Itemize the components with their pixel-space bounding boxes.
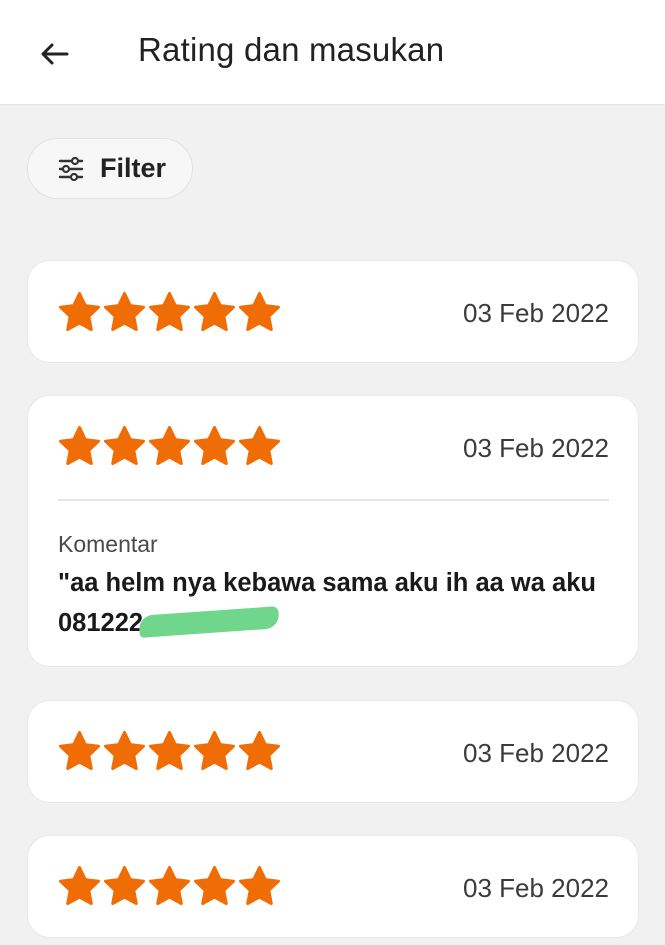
review-card: 03 Feb 2022 [28,836,638,937]
review-date: 03 Feb 2022 [462,873,609,903]
review-date: 03 Feb 2022 [462,738,609,768]
star-icon [239,292,280,331]
sliders-icon [58,156,84,182]
star-icon [149,426,190,465]
star-icon [59,866,100,905]
star-icon [194,426,235,465]
page-title: Rating dan masukan [138,31,445,68]
star-icon [194,866,235,905]
divider [58,499,609,501]
star-icon [239,866,280,905]
star-icon [59,292,100,331]
star-rating [58,425,281,468]
review-card-with-comment: 03 Feb 2022 Komentar "aa helm nya kebawa… [28,396,638,666]
star-icon [194,731,235,770]
star-icon [149,731,190,770]
star-icon [194,292,235,331]
star-icon [149,866,190,905]
filter-label: Filter [100,153,167,183]
star-icon [104,292,145,331]
star-rating [58,865,281,908]
review-date: 03 Feb 2022 [462,298,609,328]
star-icon [104,426,145,465]
star-icon [239,731,280,770]
filter-button[interactable]: Filter [27,138,193,199]
review-date: 03 Feb 2022 [462,433,609,463]
redaction-mark [138,606,280,638]
star-icon [104,866,145,905]
star-icon [59,731,100,770]
comment-label: Komentar [58,531,158,557]
arrow-left-icon [41,43,69,65]
star-rating [58,291,281,334]
comment-text: "aa helm nya kebawa sama aku ih aa wa ak… [58,563,598,643]
star-icon [59,426,100,465]
back-button[interactable] [34,34,74,74]
app-header: Rating dan masukan [0,0,665,105]
star-icon [104,731,145,770]
review-card: 03 Feb 2022 [28,701,638,802]
star-rating [58,730,281,773]
star-icon [149,292,190,331]
review-card: 03 Feb 2022 [28,261,638,362]
star-icon [239,426,280,465]
